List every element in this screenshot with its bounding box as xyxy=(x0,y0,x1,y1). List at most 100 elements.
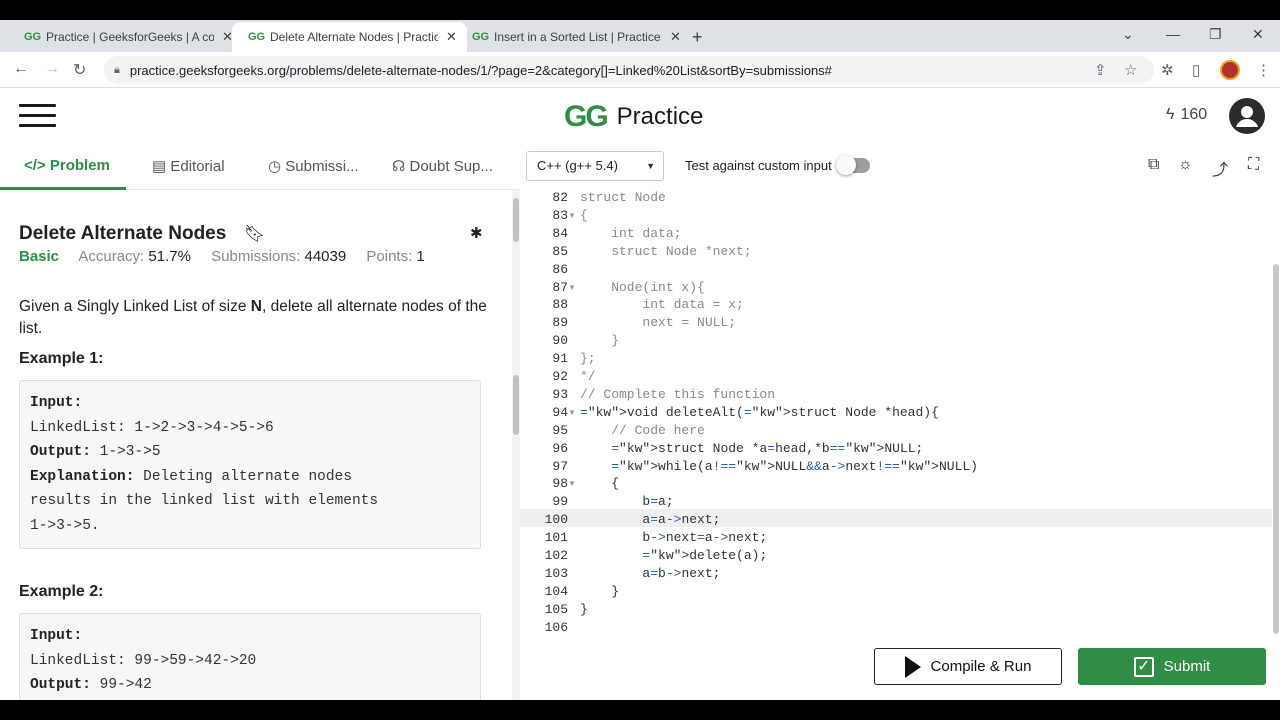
fold-toggle-icon[interactable]: ▼ xyxy=(568,479,576,488)
restore-icon[interactable]: ❐ xyxy=(1209,26,1222,43)
line-number: 102 xyxy=(544,548,568,563)
desc-text: Given a Singly Linked List of size xyxy=(19,298,251,315)
caret-down-icon: ▼ xyxy=(646,161,655,171)
problem-title: Delete Alternate Nodes xyxy=(19,223,227,244)
line-number: 95 xyxy=(552,422,568,438)
browser-tab-active[interactable]: GG Delete Alternate Nodes | Practice ✕ xyxy=(232,22,467,52)
reset-icon[interactable]: ⤴ xyxy=(1212,156,1228,180)
submissions-label: Submissions: xyxy=(211,248,301,265)
points-value: 1 xyxy=(416,248,425,265)
fold-toggle-icon[interactable]: ▼ xyxy=(568,211,576,220)
code-line: struct Node xyxy=(580,190,666,205)
tab-problem[interactable]: </> Problem xyxy=(24,157,110,174)
input-label: Input: xyxy=(30,395,83,411)
example-2-title: Example 2: xyxy=(19,583,104,600)
code-line: int data = x; xyxy=(580,297,744,313)
close-window-icon[interactable]: ✕ xyxy=(1252,26,1264,43)
gfg-favicon-icon: GG xyxy=(24,31,42,43)
bookmark-star-icon[interactable]: ☆ xyxy=(1124,61,1137,79)
problem-tabs: </> Problem ▤ Editorial ◷ Submissi... ☊ … xyxy=(0,144,520,190)
fullscreen-icon[interactable]: ⛶ xyxy=(1248,156,1259,174)
code-line: next = NULL; xyxy=(580,315,737,331)
brand[interactable]: GG Practice xyxy=(564,100,703,134)
browser-tab[interactable]: GG Practice | GeeksforGeeks | A com ✕ xyxy=(8,22,243,52)
streak-counter[interactable]: ϟ 160 xyxy=(1166,106,1207,124)
submit-button[interactable]: ✓ Submit xyxy=(1078,648,1266,685)
fold-toggle-icon[interactable]: ▼ xyxy=(568,408,576,417)
side-panel-icon[interactable]: ▯ xyxy=(1192,61,1200,79)
streak-count: 160 xyxy=(1180,106,1208,123)
screen: GG Practice | GeeksforGeeks | A com ✕ GG… xyxy=(0,0,1280,720)
browser-tab[interactable]: GG Insert in a Sorted List | Practice | … xyxy=(456,22,691,52)
fold-toggle-icon[interactable]: ▼ xyxy=(568,283,576,292)
address-bar[interactable]: 🔒︎ practice.geeksforgeeks.org/problems/d… xyxy=(104,56,1154,84)
hamburger-menu-icon[interactable] xyxy=(19,104,56,128)
code-line: } xyxy=(580,583,620,599)
example-output: 99->42 xyxy=(90,677,152,693)
output-label: Output: xyxy=(30,677,91,693)
tab-label: Editorial xyxy=(170,158,225,175)
example-1-box: Input: LinkedList: 1->2->3->4->5->6 Outp… xyxy=(19,380,481,549)
browser-toolbar: ← → ↻ 🔒︎ practice.geeksforgeeks.org/prob… xyxy=(0,52,1280,88)
accuracy-label: Accuracy: xyxy=(78,248,145,265)
output-label: Output: xyxy=(30,444,91,460)
close-tab-icon[interactable]: ✕ xyxy=(670,29,681,45)
back-icon[interactable]: ← xyxy=(13,60,29,78)
line-number: 91 xyxy=(552,351,568,367)
profile-avatar-icon[interactable] xyxy=(1220,60,1240,80)
code-line: } xyxy=(580,333,620,349)
code-line: { xyxy=(580,476,620,492)
custom-input-toggle[interactable] xyxy=(836,155,870,175)
tab-doubt-support[interactable]: ☊ Doubt Sup... xyxy=(392,157,493,175)
code-editor[interactable]: 82 struct Node 83 ▼{84 int data; 85 struct N… xyxy=(520,188,1280,636)
editor-scrollbar[interactable] xyxy=(1273,264,1279,634)
tab-label: Submissi... xyxy=(285,158,359,175)
code-line: struct Node *next; xyxy=(580,243,752,259)
scrollbar-thumb[interactable] xyxy=(513,198,519,242)
copy-icon[interactable]: ⧉ xyxy=(1148,156,1159,174)
line-number: 86 xyxy=(552,261,568,277)
line-number: 99 xyxy=(552,494,568,510)
example-input: LinkedList: 1->2->3->4->5->6 xyxy=(30,419,274,436)
browser-tab-title: Insert in a Sorted List | Practice | xyxy=(494,30,662,44)
line-number: 92 xyxy=(552,369,568,384)
code-line: // Code here xyxy=(580,422,705,438)
line-number: 106 xyxy=(544,619,568,635)
scrollbar-thumb[interactable] xyxy=(513,375,519,435)
share-icon[interactable]: ⇪ xyxy=(1094,61,1107,79)
accuracy-value: 51.7% xyxy=(148,248,191,265)
report-bug-icon[interactable]: ✱ xyxy=(470,224,483,242)
code-line: ="kw">delete(a); xyxy=(642,548,768,563)
code-line: b->next=a->next; xyxy=(580,530,768,546)
line-number: 103 xyxy=(544,565,568,581)
line-number: 100 xyxy=(544,512,568,528)
theme-sun-icon[interactable]: ☼ xyxy=(1178,156,1193,174)
line-number: 96 xyxy=(552,440,568,456)
forward-icon[interactable]: → xyxy=(44,60,60,78)
lock-icon: 🔒︎ xyxy=(114,63,120,76)
menu-dots-icon[interactable]: ⋮ xyxy=(1256,61,1271,79)
code-line: a=b->next; xyxy=(580,565,721,581)
desc-n: N xyxy=(250,298,262,315)
tab-search-icon[interactable]: ⌄ xyxy=(1122,26,1134,43)
tab-label: Doubt Sup... xyxy=(409,158,493,175)
problem-pane-scrollbar[interactable] xyxy=(512,190,520,700)
reload-icon[interactable]: ↻ xyxy=(73,60,86,80)
compile-run-button[interactable]: Compile & Run xyxy=(874,648,1062,685)
language-select[interactable]: C++ (g++ 5.4) ▼ xyxy=(526,151,664,181)
user-account-icon[interactable] xyxy=(1229,98,1265,134)
code-line: { xyxy=(580,207,588,223)
tab-editorial[interactable]: ▤ Editorial xyxy=(152,157,225,175)
browser-tab-title: Delete Alternate Nodes | Practice xyxy=(270,30,438,44)
gfg-favicon-icon: GG xyxy=(472,31,490,43)
tab-submissions[interactable]: ◷ Submissi... xyxy=(268,157,359,175)
line-number: 84 xyxy=(552,225,568,241)
bookmark-icon[interactable]: 🔖︎ xyxy=(244,224,266,244)
minimize-icon[interactable]: — xyxy=(1166,26,1180,42)
extensions-icon[interactable]: ✲ xyxy=(1161,61,1174,79)
new-tab-icon[interactable]: + xyxy=(692,27,703,48)
line-number: 82 xyxy=(552,190,568,205)
line-number: 83 xyxy=(552,207,568,223)
line-number: 88 xyxy=(552,297,568,313)
explanation-text: Deleting alternate nodes xyxy=(134,468,352,485)
